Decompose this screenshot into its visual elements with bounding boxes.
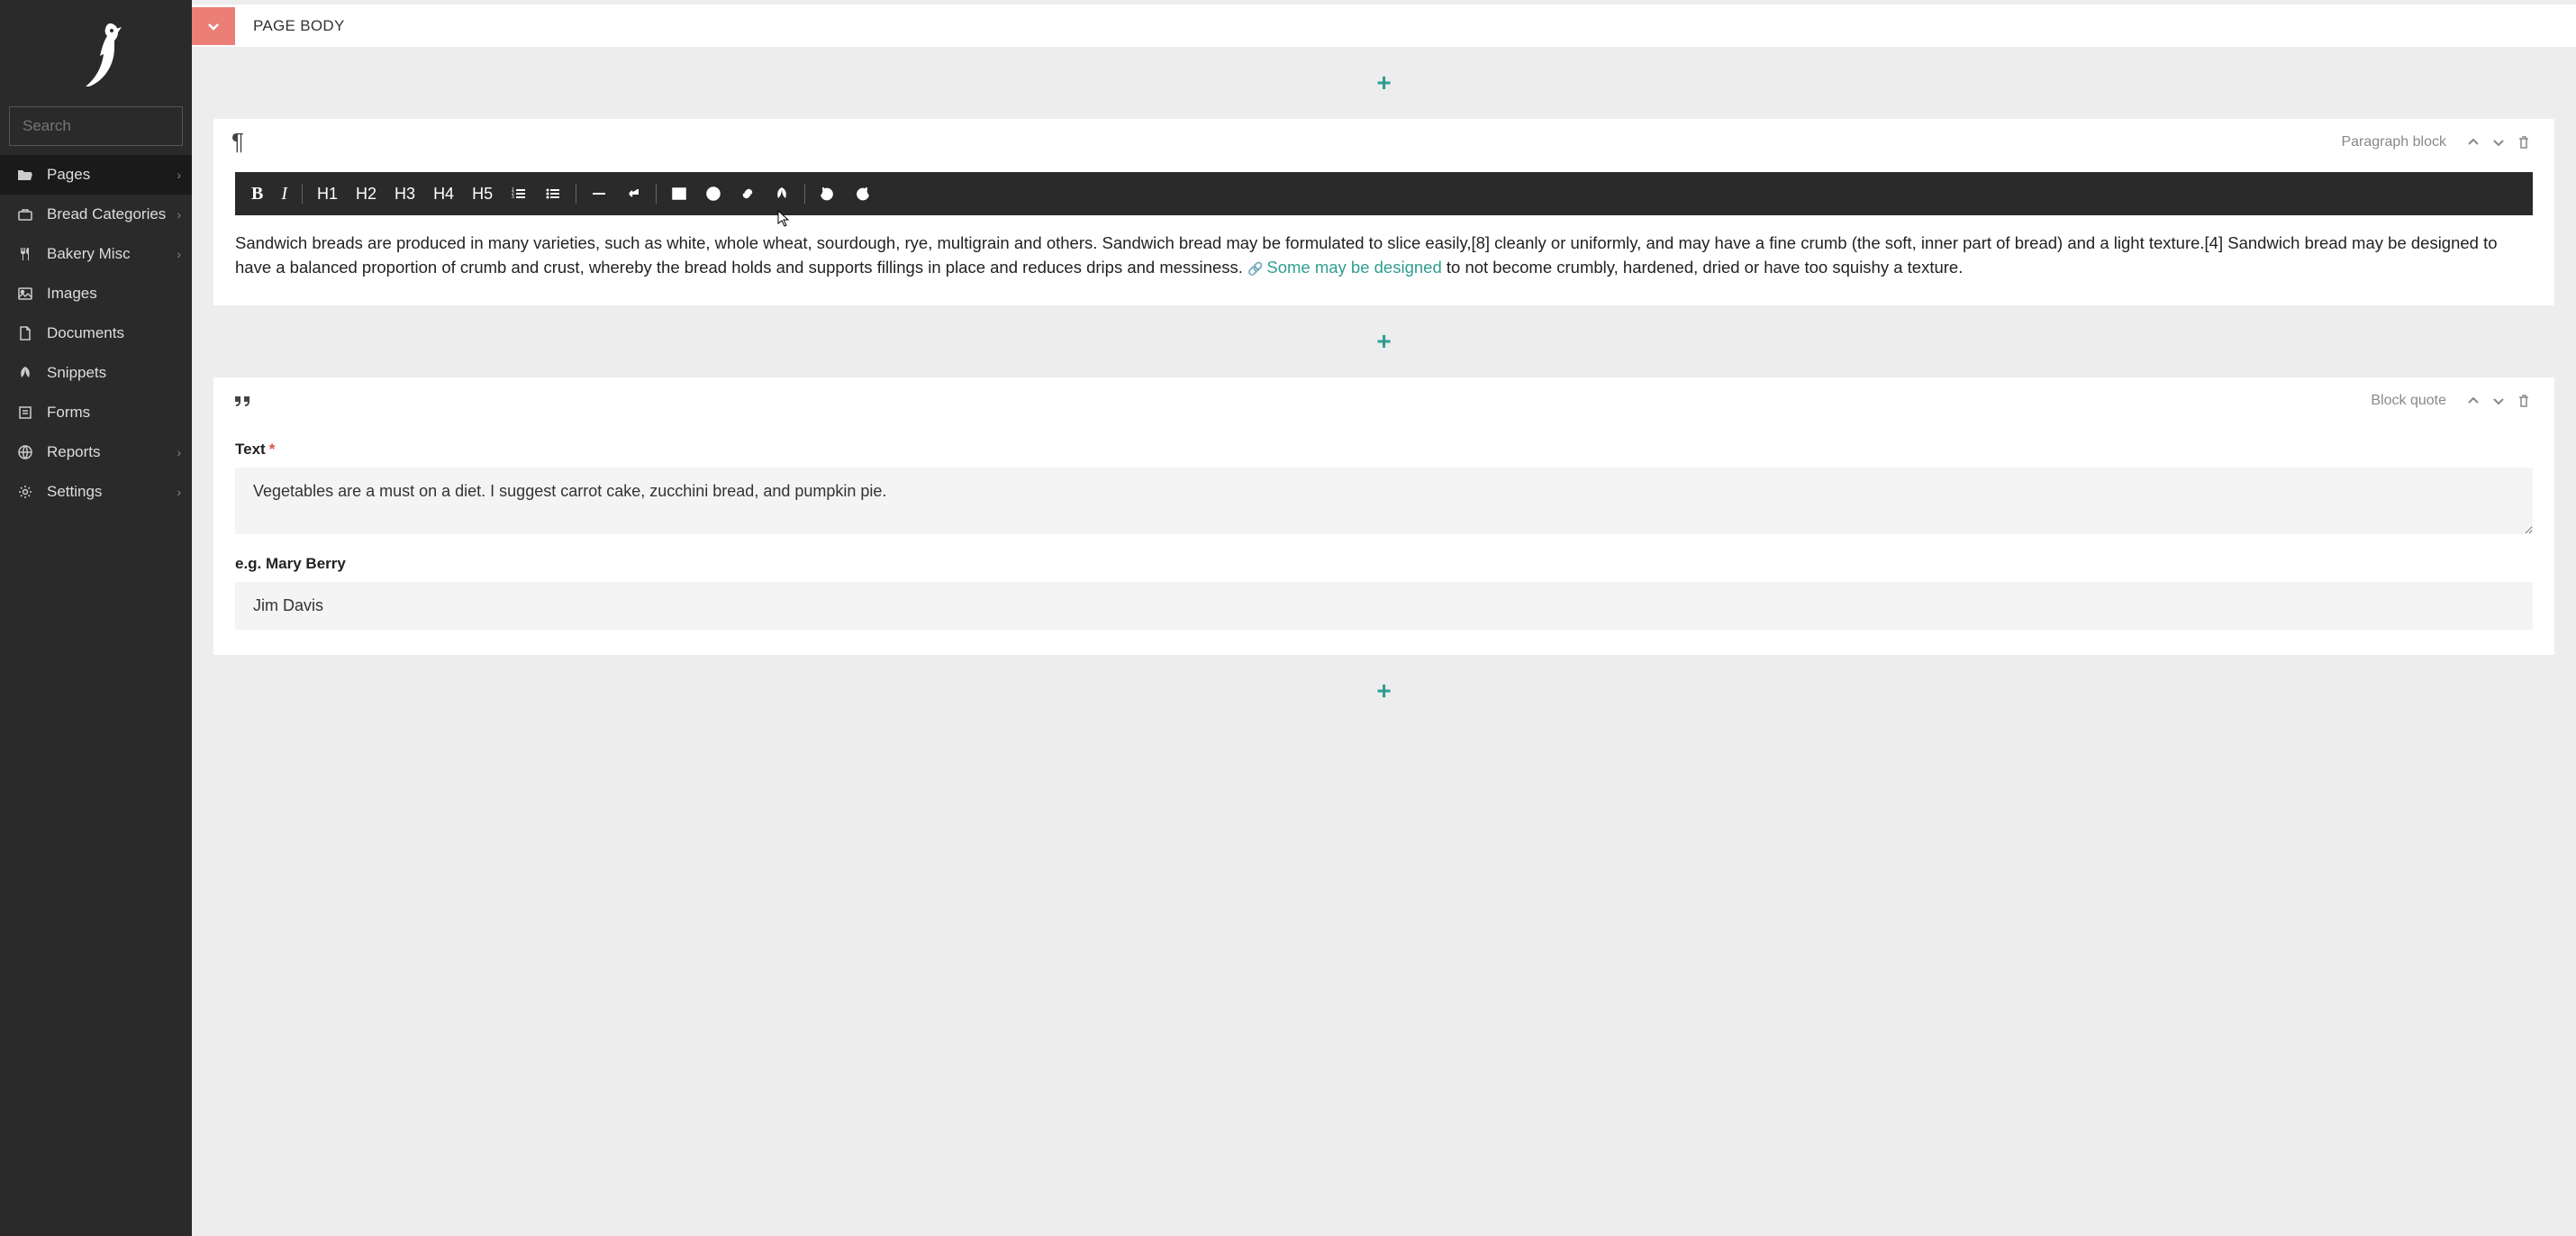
page-body-header: PAGE BODY: [192, 5, 2576, 47]
embed-button[interactable]: [696, 172, 730, 215]
chevron-right-icon: ›: [177, 168, 181, 182]
delete-block-button[interactable]: [2517, 394, 2531, 408]
sidebar: Pages › Bread Categories › Bakery Misc ›…: [0, 0, 192, 1236]
gear-icon: [14, 484, 36, 500]
leaf-icon: [14, 365, 36, 381]
add-block-button[interactable]: +: [1376, 677, 1391, 705]
delete-block-button[interactable]: [2517, 135, 2531, 150]
chevron-right-icon: ›: [177, 247, 181, 261]
quote-icon: [231, 383, 253, 419]
move-down-button[interactable]: [2491, 135, 2506, 150]
sidebar-item-label: Forms: [47, 404, 90, 422]
file-icon: [14, 325, 36, 341]
sidebar-item-reports[interactable]: Reports ›: [0, 432, 192, 472]
link-button[interactable]: [730, 172, 765, 215]
pilcrow-icon: ¶: [231, 124, 244, 159]
svg-text:3: 3: [512, 195, 514, 200]
quote-block: Block quote Text* e.g. Mary Berry: [213, 377, 2554, 655]
paragraph-content[interactable]: Sandwich breads are produced in many var…: [213, 215, 2554, 305]
move-up-button[interactable]: [2466, 135, 2481, 150]
sidebar-item-label: Bakery Misc: [47, 245, 131, 263]
chevron-right-icon: ›: [177, 445, 181, 459]
quote-attribution-input[interactable]: [235, 582, 2533, 630]
sidebar-item-forms[interactable]: Forms: [0, 393, 192, 432]
sidebar-item-label: Bread Categories: [47, 205, 166, 223]
hr-button[interactable]: [582, 172, 616, 215]
sidebar-item-label: Images: [47, 285, 97, 303]
move-up-button[interactable]: [2466, 394, 2481, 408]
sidebar-item-label: Pages: [47, 166, 90, 184]
unordered-list-button[interactable]: [536, 172, 570, 215]
ordered-list-button[interactable]: 123: [502, 172, 536, 215]
undo-button[interactable]: [811, 172, 845, 215]
utensils-icon: [14, 246, 36, 262]
quote-attribution-label: e.g. Mary Berry: [235, 555, 2533, 573]
briefcase-icon: [14, 206, 36, 223]
h4-button[interactable]: H4: [424, 172, 463, 215]
paragraph-text-after: to not become crumbly, hardened, dried o…: [1442, 258, 1964, 277]
logo: [0, 0, 192, 97]
italic-button[interactable]: I: [272, 172, 296, 215]
sidebar-item-settings[interactable]: Settings ›: [0, 472, 192, 512]
document-button[interactable]: [765, 172, 799, 215]
h3-button[interactable]: H3: [385, 172, 424, 215]
bird-logo-icon: [69, 16, 123, 88]
n block-type-label: Paragraph block: [2341, 134, 2446, 150]
h1-button[interactable]: H1: [308, 172, 347, 215]
search-box[interactable]: [9, 106, 183, 146]
sidebar-item-pages[interactable]: Pages ›: [0, 155, 192, 195]
richtext-toolbar: B I H1 H2 H3 H4 H5 123: [235, 172, 2533, 215]
inline-link-icon: 🔗: [1247, 261, 1266, 276]
globe-icon: [14, 444, 36, 460]
block-type-label: Block quote: [2371, 393, 2446, 409]
chevron-down-icon: [205, 18, 222, 34]
sidebar-item-snippets[interactable]: Snippets: [0, 353, 192, 393]
h5-button[interactable]: H5: [463, 172, 502, 215]
sidebar-item-label: Snippets: [47, 364, 106, 382]
form-icon: [14, 404, 36, 421]
collapse-toggle[interactable]: [192, 7, 235, 45]
chevron-right-icon: ›: [177, 207, 181, 222]
add-block-button[interactable]: +: [1376, 327, 1391, 356]
sidebar-item-label: Documents: [47, 324, 124, 342]
sidebar-item-label: Settings: [47, 483, 102, 501]
move-down-button[interactable]: [2491, 394, 2506, 408]
sidebar-item-label: Reports: [47, 443, 101, 461]
add-block-button[interactable]: +: [1376, 68, 1391, 97]
nav: Pages › Bread Categories › Bakery Misc ›…: [0, 155, 192, 512]
h2-button[interactable]: H2: [347, 172, 385, 215]
sidebar-item-bakery-misc[interactable]: Bakery Misc ›: [0, 234, 192, 274]
inline-link[interactable]: Some may be designed: [1266, 258, 1441, 277]
bold-button[interactable]: B: [242, 172, 272, 215]
sidebar-item-documents[interactable]: Documents: [0, 314, 192, 353]
quote-text-input[interactable]: [235, 468, 2533, 534]
image-button[interactable]: [662, 172, 696, 215]
image-icon: [14, 286, 36, 302]
redo-button[interactable]: [845, 172, 879, 215]
page-body-title: PAGE BODY: [235, 17, 345, 35]
chevron-right-icon: ›: [177, 485, 181, 499]
sidebar-item-bread-categories[interactable]: Bread Categories ›: [0, 195, 192, 234]
break-button[interactable]: [616, 172, 650, 215]
folder-open-icon: [14, 167, 36, 183]
quote-text-label: Text*: [235, 441, 2533, 459]
sidebar-item-images[interactable]: Images: [0, 274, 192, 314]
main: PAGE BODY + ¶ Paragraph block B I H1 H2 …: [192, 0, 2576, 1236]
paragraph-block: ¶ Paragraph block B I H1 H2 H3 H4 H5 123: [213, 119, 2554, 305]
